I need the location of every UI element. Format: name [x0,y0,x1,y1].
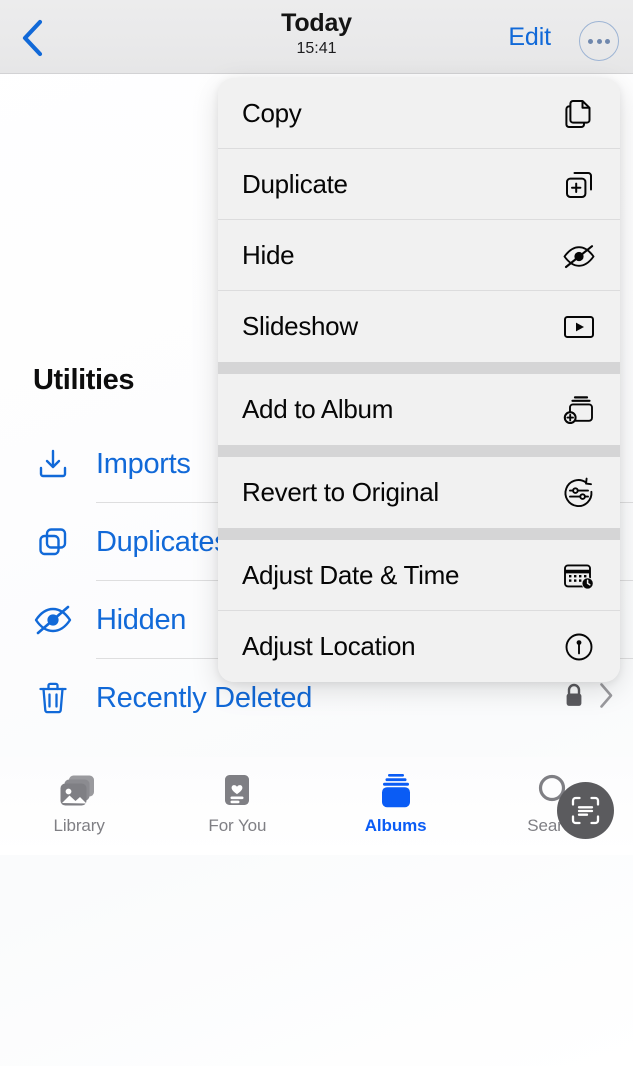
photos-app-screen: Today 15:41 Edit Utilities Imports Dupli… [0,0,633,1066]
import-tray-icon [30,442,76,486]
context-menu-group: Add to Album [218,374,620,445]
navigation-title-block: Today 15:41 [207,8,427,59]
menu-item-adjust-date-time[interactable]: Adjust Date & Time [218,540,620,611]
chevron-right-icon [598,682,615,715]
ellipsis-dot [588,38,593,44]
menu-item-hide[interactable]: Hide [218,220,620,291]
chevron-left-icon[interactable] [12,18,52,58]
eye-slash-icon [30,598,76,642]
menu-item-label: Duplicate [242,169,348,199]
add-to-album-icon [562,393,596,427]
list-item-label: Duplicates [96,525,229,558]
menu-item-revert-to-original[interactable]: Revert to Original [218,457,620,528]
menu-item-label: Slideshow [242,311,358,341]
live-text-scan-icon[interactable] [557,782,614,839]
menu-item-label: Revert to Original [242,477,439,507]
menu-item-slideshow[interactable]: Slideshow [218,291,620,362]
ellipsis-dot [605,38,610,44]
page-subtitle-time: 15:41 [296,40,337,57]
page-title: Today [281,9,352,37]
tab-label: Library [53,816,105,835]
tab-bar: Library For You Albums Search [0,757,633,855]
menu-item-label: Copy [242,98,302,128]
play-rectangle-icon [562,310,596,344]
menu-item-label: Adjust Location [242,631,416,661]
menu-item-add-to-album[interactable]: Add to Album [218,374,620,445]
list-item-label: Imports [96,447,191,480]
context-menu-group: Adjust Date & Time Adjust Location [218,540,620,682]
utilities-section-header: Utilities [33,364,135,396]
row-trailing-accessories [564,682,615,715]
ellipsis-dot [596,38,602,44]
list-item-label: Recently Deleted [96,681,313,714]
calendar-clock-icon [562,559,596,593]
revert-arrow-icon [562,476,596,510]
menu-group-divider [218,445,620,457]
context-menu-group: Copy Duplicate Hide Slideshow [218,78,620,362]
tab-albums[interactable]: Albums [317,757,475,855]
photo-stack-icon [59,770,99,812]
copy-docs-icon [562,97,596,131]
menu-item-label: Hide [242,240,295,270]
navigation-bar: Today 15:41 Edit [0,0,633,74]
menu-item-copy[interactable]: Copy [218,78,620,149]
duplicate-plus-icon [562,168,596,202]
menu-item-label: Add to Album [242,394,394,424]
context-menu: Copy Duplicate Hide Slideshow Add to Alb… [218,78,620,682]
menu-item-adjust-location[interactable]: Adjust Location [218,611,620,682]
ellipsis-circle-icon[interactable] [579,21,619,61]
list-item-label: Hidden [96,603,187,636]
menu-item-duplicate[interactable]: Duplicate [218,149,620,220]
location-pin-circle-icon [562,630,596,664]
lock-icon [564,683,584,714]
menu-group-divider [218,362,620,374]
tab-label: Albums [364,816,427,835]
edit-button[interactable]: Edit [508,22,551,52]
heart-card-icon [220,770,254,812]
tab-library[interactable]: Library [0,757,158,855]
context-menu-group: Revert to Original [218,457,620,528]
duplicate-icon [30,520,76,564]
menu-item-label: Adjust Date & Time [242,560,460,590]
tab-label: For You [208,816,267,835]
eye-slash-icon [562,239,596,273]
menu-group-divider [218,528,620,540]
albums-stack-icon [376,770,416,812]
tab-for-you[interactable]: For You [158,757,316,855]
trash-icon [30,676,76,720]
